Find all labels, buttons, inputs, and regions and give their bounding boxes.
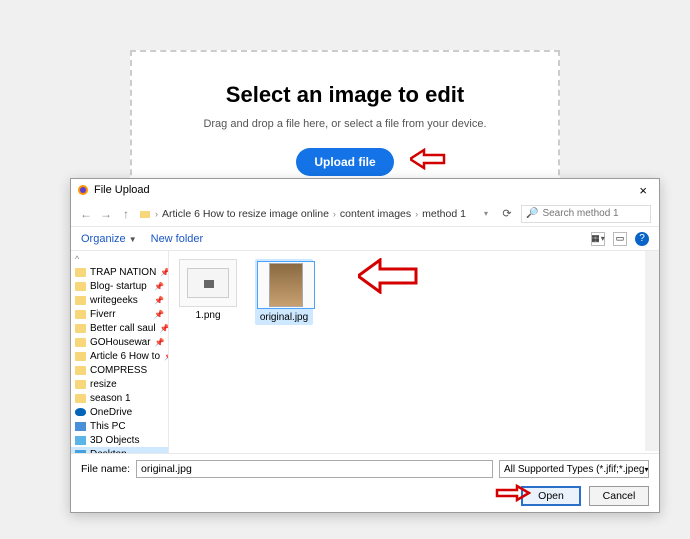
view-options-button[interactable]: ▦▾ <box>591 232 605 246</box>
help-button[interactable]: ? <box>635 232 649 246</box>
folder-icon <box>75 324 86 333</box>
pin-icon: 📌 <box>154 282 164 291</box>
folder-icon <box>75 366 86 375</box>
tree-item[interactable]: writegeeks 📌 <box>71 293 168 307</box>
tree-item[interactable]: TRAP NATION 📌 <box>71 265 168 279</box>
pin-icon: 📌 <box>160 324 168 333</box>
tree-item[interactable]: 3D Objects <box>71 433 168 447</box>
folder-icon <box>75 338 86 347</box>
filename-label: File name: <box>81 463 130 475</box>
tree-item[interactable]: season 1 <box>71 391 168 405</box>
folder-icon <box>75 352 86 361</box>
tree-item-label: Article 6 How to <box>90 351 160 362</box>
dialog-title: File Upload <box>94 184 150 196</box>
file-name-label: original.jpg <box>257 312 311 323</box>
file-item[interactable]: original.jpg <box>255 259 313 325</box>
scrollbar[interactable] <box>645 251 659 451</box>
tree-item[interactable]: resize <box>71 377 168 391</box>
folder-icon <box>75 282 86 291</box>
thumbnail-icon <box>187 268 229 298</box>
tree-item[interactable]: Article 6 How to 📌 <box>71 349 168 363</box>
folder-tree[interactable]: ^ TRAP NATION📌Blog- startup📌writegeeks📌F… <box>71 251 169 453</box>
preview-pane-button[interactable]: ▭ <box>613 232 627 246</box>
tree-item[interactable]: This PC <box>71 419 168 433</box>
close-button[interactable]: × <box>633 183 653 198</box>
tree-item[interactable]: COMPRESS <box>71 363 168 377</box>
dialog-footer: File name: All Supported Types (*.jfif;*… <box>71 453 659 514</box>
pin-icon: 📌 <box>164 352 168 361</box>
folder-icon <box>75 296 86 305</box>
dialog-toolbar: Organize ▼ New folder ▦▾ ▭ ? <box>71 227 659 251</box>
upload-subtext: Drag and drop a file here, or select a f… <box>132 118 558 130</box>
refresh-button[interactable]: ⟳ <box>499 207 515 220</box>
onedrive-icon <box>75 408 86 416</box>
tree-item-label: 3D Objects <box>90 435 139 446</box>
annotation-arrow-open <box>495 484 531 502</box>
breadcrumb-segment[interactable]: Article 6 How to resize image online <box>162 208 329 220</box>
file-item[interactable]: 1.png <box>179 259 237 321</box>
tree-item-label: writegeeks <box>90 295 138 306</box>
desk-icon <box>75 450 86 454</box>
tree-item-label: season 1 <box>90 393 131 404</box>
nav-forward-button[interactable]: → <box>99 207 113 221</box>
firefox-icon <box>77 184 89 196</box>
annotation-arrow-upload <box>410 148 446 170</box>
cancel-button[interactable]: Cancel <box>589 486 649 506</box>
tree-item[interactable]: Better call saul 📌 <box>71 321 168 335</box>
dialog-navbar: ← → ↑ › Article 6 How to resize image on… <box>71 201 659 227</box>
tree-item-label: Blog- startup <box>90 281 147 292</box>
filename-input[interactable] <box>136 460 493 478</box>
pin-icon: 📌 <box>154 310 164 319</box>
tree-item-label: Desktop <box>90 449 127 454</box>
folder-icon <box>139 208 151 220</box>
tree-item-label: COMPRESS <box>90 365 147 376</box>
upload-file-button[interactable]: Upload file <box>296 148 393 176</box>
tree-item[interactable]: Desktop <box>71 447 168 453</box>
search-icon: 🔎 <box>526 208 538 219</box>
tree-item-label: TRAP NATION <box>90 267 156 278</box>
tree-item[interactable]: GOHousewar 📌 <box>71 335 168 349</box>
tree-item[interactable]: Blog- startup 📌 <box>71 279 168 293</box>
collapse-caret-icon: ^ <box>75 254 79 264</box>
thumbnail-icon <box>269 263 303 307</box>
tree-item-label: GOHousewar <box>90 337 151 348</box>
folder-icon <box>75 310 86 319</box>
tree-item-label: Fiverr <box>90 309 116 320</box>
file-name-label: 1.png <box>179 310 237 321</box>
search-box[interactable]: 🔎 <box>521 205 651 223</box>
tree-item-label: Better call saul <box>90 323 156 334</box>
pin-icon: 📌 <box>160 268 168 277</box>
tree-item[interactable]: Fiverr 📌 <box>71 307 168 321</box>
pin-icon: 📌 <box>155 338 165 347</box>
nav-up-button[interactable]: ↑ <box>119 207 133 221</box>
tree-item[interactable]: OneDrive <box>71 405 168 419</box>
file-upload-dialog: File Upload × ← → ↑ › Article 6 How to r… <box>70 178 660 513</box>
nav-back-button[interactable]: ← <box>79 207 93 221</box>
organize-menu[interactable]: Organize ▼ <box>81 233 137 245</box>
folder-icon <box>75 380 86 389</box>
breadcrumb-segment[interactable]: content images <box>340 208 411 220</box>
search-input[interactable] <box>542 208 646 219</box>
dialog-titlebar: File Upload × <box>71 179 659 201</box>
folder-icon <box>75 268 86 277</box>
pin-icon: 📌 <box>154 296 164 305</box>
tree-item-label: OneDrive <box>90 407 132 418</box>
breadcrumb-dropdown[interactable]: ▾ <box>479 209 493 218</box>
upload-heading: Select an image to edit <box>132 82 558 108</box>
file-type-filter[interactable]: All Supported Types (*.jfif;*.jpeg▾ <box>499 460 649 478</box>
tree-item-label: This PC <box>90 421 126 432</box>
new-folder-button[interactable]: New folder <box>151 233 204 245</box>
annotation-arrow-file <box>358 258 418 294</box>
obj-icon <box>75 436 86 445</box>
breadcrumb[interactable]: › Article 6 How to resize image online ›… <box>139 208 473 220</box>
tree-item-label: resize <box>90 379 117 390</box>
breadcrumb-segment[interactable]: method 1 <box>422 208 466 220</box>
folder-icon <box>75 394 86 403</box>
pc-icon <box>75 422 86 431</box>
